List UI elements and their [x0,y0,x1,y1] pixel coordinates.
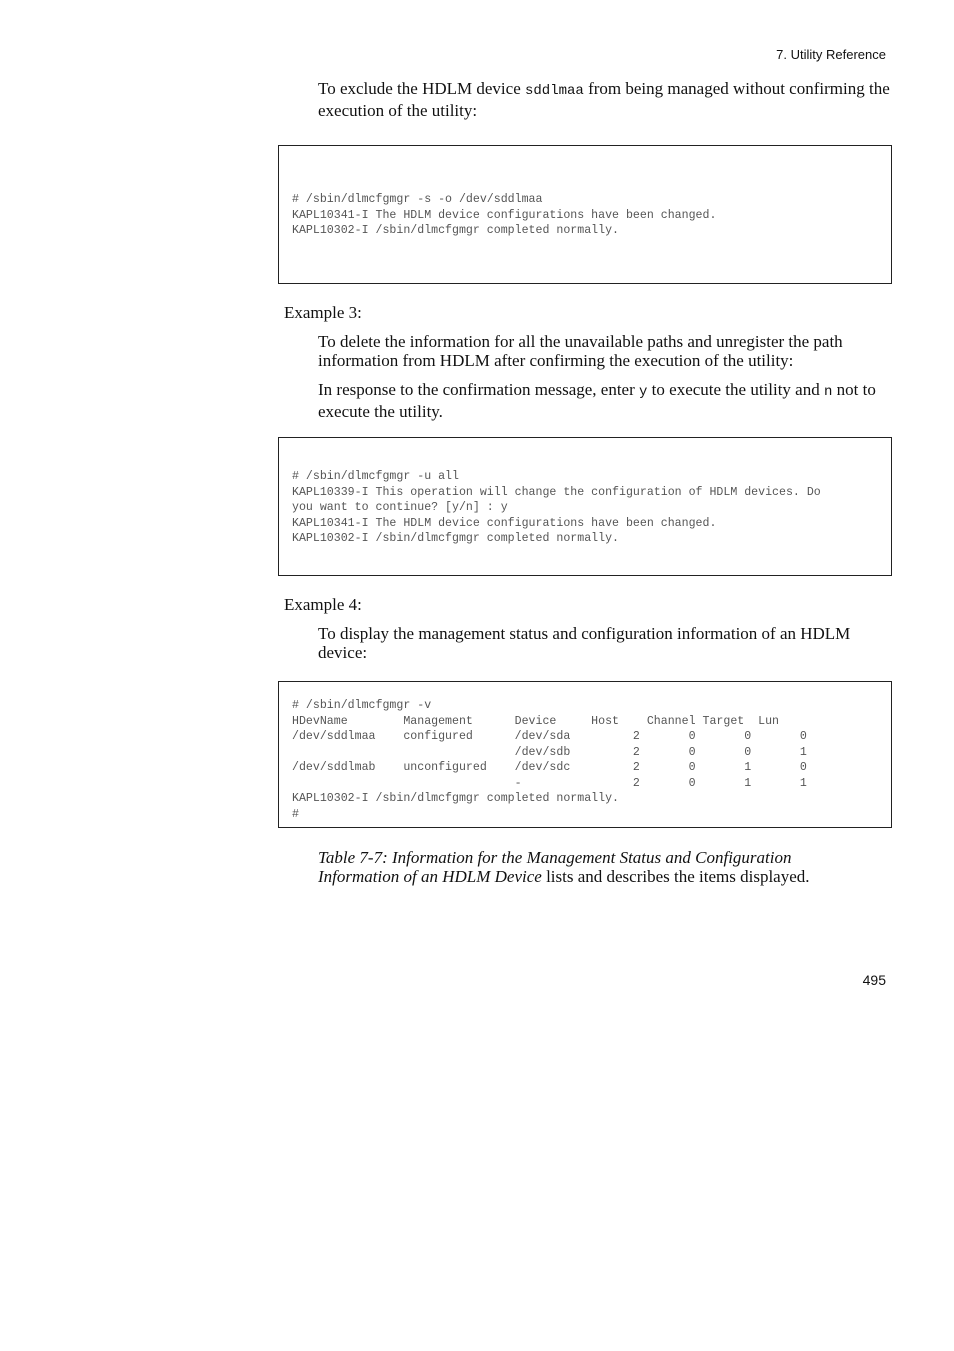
example-4-description: To display the management status and con… [318,624,851,662]
table-reference-text: lists and describes the items displayed. [541,867,810,886]
code-line: KAPL10302-I /sbin/dlmcfgmgr completed no… [292,532,619,545]
example-3-label: Example 3: [284,303,362,322]
page-number: 495 [862,972,886,988]
intro-text-before: To exclude the HDLM device [318,79,525,98]
code-block-exclude: # /sbin/dlmcfgmgr -s -o /dev/sddlmaa KAP… [278,145,892,284]
code-line: # /sbin/dlmcfgmgr -s -o /dev/sddlmaa [292,193,543,206]
code-line: /dev/sddlmaa configured /dev/sda 2 0 0 0 [292,730,807,743]
example-3-response-instructions: In response to the confirmation message,… [318,380,893,421]
example-3-description: To delete the information for all the un… [318,332,843,370]
code-line: # /sbin/dlmcfgmgr -v [292,699,432,712]
running-header: 7. Utility Reference [776,47,886,62]
example-4-label: Example 4: [284,595,362,614]
code-line: /dev/sdb 2 0 0 1 [292,745,807,759]
code-line: - 2 0 1 1 [292,776,807,790]
table-reference-paragraph: Table 7-7: Information for the Managemen… [318,848,838,886]
code-line: # [292,807,299,821]
code-line: /dev/sddlmab unconfigured /dev/sdc 2 0 1… [292,761,807,774]
code-block-display-status: # /sbin/dlmcfgmgr -v HDevName Management… [278,681,892,828]
code-line: # /sbin/dlmcfgmgr -u all [292,470,459,483]
response-text: In response to the confirmation message,… [318,380,640,399]
code-line: KAPL10302-I /sbin/dlmcfgmgr completed no… [292,792,619,805]
code-line: KAPL10341-I The HDLM device configuratio… [292,208,717,222]
code-line: KAPL10302-I /sbin/dlmcfgmgr completed no… [292,224,619,237]
code-line: KAPL10341-I The HDLM device configuratio… [292,516,717,530]
response-text: to execute the utility and [647,380,824,399]
code-line: HDevName Management Device Host Channel … [292,714,780,728]
code-line: KAPL10339-I This operation will change t… [292,485,821,499]
intro-paragraph: To exclude the HDLM device sddlmaa from … [318,79,893,120]
code-line: you want to continue? [y/n] : y [292,501,508,514]
code-block-unregister: # /sbin/dlmcfgmgr -u all KAPL10339-I Thi… [278,437,892,576]
device-name-code: sddlmaa [525,83,584,99]
